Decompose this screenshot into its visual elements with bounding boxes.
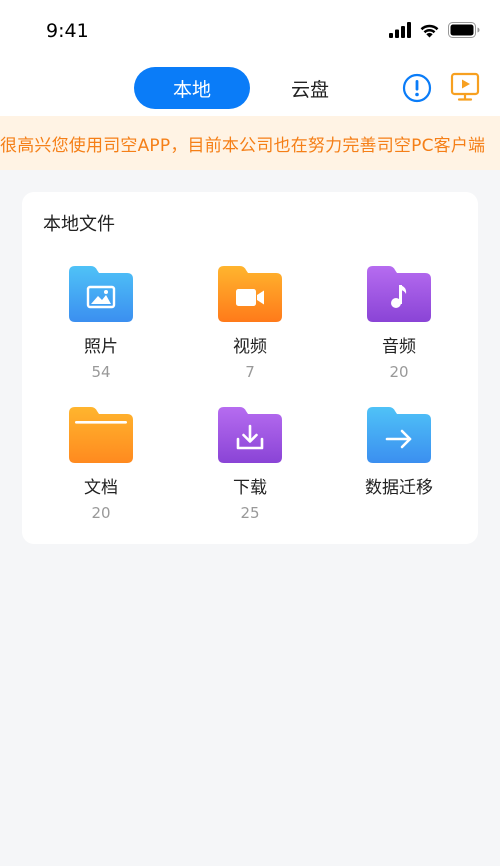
screen-cast-button[interactable]	[450, 71, 480, 103]
tab-local[interactable]: 本地	[134, 67, 250, 109]
file-category-videos[interactable]: 视频 7	[180, 266, 320, 381]
category-count: 54	[91, 363, 111, 381]
file-category-audio[interactable]: 音频 20	[329, 266, 469, 381]
file-category-downloads[interactable]: 下载 25	[180, 407, 320, 522]
file-category-photos[interactable]: 照片 54	[31, 266, 171, 381]
file-category-documents[interactable]: 文档 20	[31, 407, 171, 522]
category-label: 文档	[84, 478, 118, 498]
category-label: 照片	[84, 337, 118, 357]
download-folder-icon	[218, 407, 282, 463]
status-time: 9:41	[46, 20, 89, 42]
signal-icon	[389, 22, 411, 38]
file-category-data-migration[interactable]: 数据迁移	[329, 407, 469, 504]
tab-cloud[interactable]: 云盘	[270, 67, 350, 109]
category-label: 数据迁移	[365, 478, 433, 498]
category-count: 7	[245, 363, 255, 381]
category-label: 音频	[382, 337, 416, 357]
notice-banner[interactable]: 很高兴您使用司空APP，目前本公司也在努力完善司空PC客户端	[0, 116, 500, 170]
local-files-card: 本地文件 照片 54 视频 7 音频 20 文档 20 下载 25 数据迁移	[22, 192, 478, 544]
notice-text: 很高兴您使用司空APP，目前本公司也在努力完善司空PC客户端	[0, 136, 486, 156]
header: 本地 云盘	[0, 62, 500, 116]
info-button[interactable]	[402, 73, 432, 103]
status-icons	[389, 22, 480, 38]
category-count: 20	[389, 363, 409, 381]
photo-folder-icon	[69, 266, 133, 322]
category-count: 20	[91, 504, 111, 522]
tv-play-icon	[450, 72, 480, 101]
music-folder-icon	[367, 266, 431, 322]
wifi-icon	[420, 24, 439, 38]
info-icon	[402, 73, 432, 103]
category-label: 下载	[233, 478, 267, 498]
category-count: 25	[240, 504, 260, 522]
video-folder-icon	[218, 266, 282, 322]
card-title: 本地文件	[43, 214, 115, 235]
category-label: 视频	[233, 337, 267, 357]
status-bar: 9:41	[0, 0, 500, 62]
battery-icon	[448, 22, 480, 38]
transfer-folder-icon	[367, 407, 431, 463]
screen: 9:41 本地 云盘 很高兴您使用司空APP，目前本公司也在努力完善司空PC客户…	[0, 0, 500, 866]
document-folder-icon	[69, 407, 133, 463]
